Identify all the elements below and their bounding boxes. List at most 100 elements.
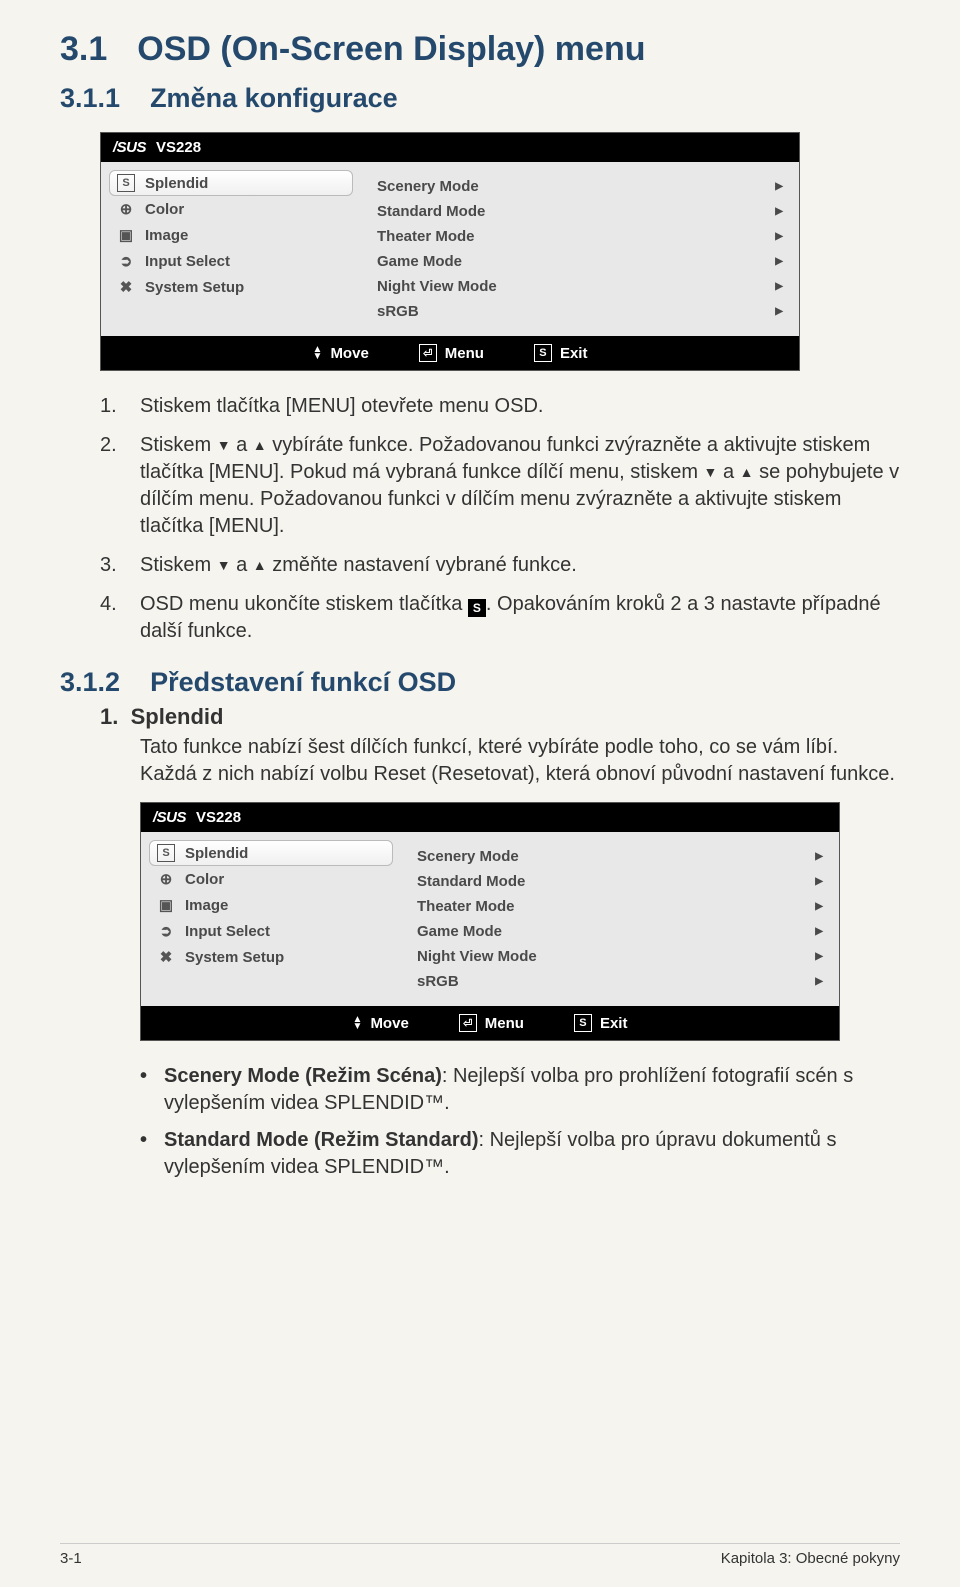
submenu-label: Theater Mode: [417, 898, 515, 915]
right-triangle-icon: ▶: [815, 876, 823, 887]
menu-item-label: Image: [185, 897, 228, 914]
heading-1: 3.1 OSD (On-Screen Display) menu: [60, 30, 900, 69]
subsection-splendid: 1. Splendid: [100, 704, 900, 730]
osd-foot-menu: ⏎ Menu: [459, 1014, 524, 1032]
down-triangle-icon: ▼: [217, 556, 231, 575]
menu-item-label: System Setup: [185, 949, 284, 966]
foot-exit-label: Exit: [560, 345, 588, 362]
osd-submenu-item: Game Mode▶: [413, 919, 827, 944]
osd-foot-menu: ⏎ Menu: [419, 344, 484, 362]
h3-number: 3.1.2: [60, 667, 120, 698]
menu-icon: ▣: [117, 226, 135, 244]
osd-submenu-item: Night View Mode▶: [373, 274, 787, 299]
osd-right-menu: Scenery Mode▶Standard Mode▶Theater Mode▶…: [401, 832, 839, 1006]
osd-menu-item: ➲ Input Select: [149, 918, 393, 944]
osd-body: SSplendid⊕Color▣Image➲Input Select✖Syste…: [101, 162, 799, 336]
osd-menu-item: ▣ Image: [149, 892, 393, 918]
submenu-label: sRGB: [417, 973, 459, 990]
osd-titlebar: /SUS VS228: [141, 803, 839, 832]
right-triangle-icon: ▶: [775, 256, 783, 267]
step-2: Stiskem ▼ a ▲ vybíráte funkce. Požadovan…: [100, 432, 900, 540]
osd-foot-move: ▲▼ Move: [313, 344, 369, 362]
osd-submenu-item: Standard Mode ▶: [413, 869, 827, 894]
menu-icon: ⊕: [157, 870, 175, 888]
osd-submenu-item: Theater Mode ▶: [373, 224, 787, 249]
foot-menu-label: Menu: [485, 1015, 524, 1032]
submenu-label: Standard Mode: [417, 873, 525, 890]
menu-icon: ⊕: [117, 200, 135, 218]
osd-left-menu: SSplendid ⊕ Color ▣ Image ➲ Input Select ✖ Syste…: [141, 832, 401, 1006]
up-triangle-icon: ▲: [253, 556, 267, 575]
osd-body: SSplendid ⊕ Color ▣ Image ➲ Input Select ✖ Syste…: [141, 832, 839, 1006]
menu-icon: ✖: [157, 948, 175, 966]
splendid-icon: S: [117, 174, 135, 192]
osd-menu-item: SSplendid: [149, 840, 393, 866]
foot-menu-label: Menu: [445, 345, 484, 362]
s-button-icon: S: [534, 344, 552, 362]
up-down-arrows-icon: ▲▼: [353, 1016, 363, 1030]
submenu-label: sRGB: [377, 303, 419, 320]
osd-submenu-item: Scenery Mode▶: [413, 844, 827, 869]
menu-button-icon: ⏎: [419, 344, 437, 362]
osd-menu-item: ▣Image: [109, 222, 353, 248]
menu-button-icon: ⏎: [459, 1014, 477, 1032]
right-triangle-icon: ▶: [815, 951, 823, 962]
bullet-scenery: Scenery Mode (Režim Scéna): Nejlepší vol…: [140, 1063, 900, 1117]
menu-icon: ✖: [117, 278, 135, 296]
menu-icon: ▣: [157, 896, 175, 914]
h1-text: OSD (On-Screen Display) menu: [137, 30, 645, 69]
splendid-icon: S: [157, 844, 175, 862]
submenu-label: Game Mode: [377, 253, 462, 270]
heading-3: 3.1.2 Představení funkcí OSD: [60, 667, 900, 698]
osd-model: VS228: [156, 139, 201, 156]
osd-menu-item: ⊕ Color: [109, 196, 353, 222]
up-down-arrows-icon: ▲▼: [313, 346, 323, 360]
menu-item-label: Input Select: [185, 923, 270, 940]
osd-menu-item: ⊕ Color: [149, 866, 393, 892]
right-triangle-icon: ▶: [815, 901, 823, 912]
submenu-label: Scenery Mode: [417, 848, 519, 865]
submenu-label: Theater Mode: [377, 228, 475, 245]
submenu-label: Night View Mode: [417, 948, 537, 965]
page-footer: 3-1 Kapitola 3: Obecné pokyny: [60, 1543, 900, 1567]
menu-item-label: Splendid: [145, 175, 208, 192]
osd-screenshot-2: /SUS VS228 SSplendid ⊕ Color ▣ Image ➲ Input S…: [140, 802, 840, 1041]
osd-menu-item: ✖ System Setup: [149, 944, 393, 970]
foot-move-label: Move: [330, 345, 368, 362]
osd-menu-item: ✖ System Setup: [109, 274, 353, 300]
down-triangle-icon: ▼: [217, 436, 231, 455]
osd-screenshot-1: /SUS VS228 SSplendid⊕Color▣Image➲Input S…: [100, 132, 800, 371]
splendid-description: Tato funkce nabízí šest dílčích funkcí, …: [140, 734, 900, 788]
h2-number: 3.1.1: [60, 83, 120, 114]
footer-chapter: Kapitola 3: Obecné pokyny: [721, 1550, 900, 1567]
h1-number: 3.1: [60, 30, 107, 69]
submenu-label: Standard Mode: [377, 203, 485, 220]
osd-foot-move: ▲▼ Move: [353, 1014, 409, 1032]
submenu-label: Scenery Mode: [377, 178, 479, 195]
asus-logo: /SUS: [153, 809, 186, 826]
mode-bullet-list: Scenery Mode (Režim Scéna): Nejlepší vol…: [140, 1063, 900, 1181]
menu-icon: ➲: [157, 922, 175, 940]
instruction-list: Stiskem tlačítka [MENU] otevřete menu OS…: [100, 393, 900, 645]
osd-submenu-item: Theater Mode ▶: [413, 894, 827, 919]
osd-foot-exit: S Exit: [534, 344, 588, 362]
osd-submenu-item: Standard Mode ▶: [373, 199, 787, 224]
osd-submenu-item: sRGB▶: [413, 969, 827, 994]
up-triangle-icon: ▲: [253, 436, 267, 455]
asus-logo: /SUS: [113, 139, 146, 156]
down-triangle-icon: ▼: [704, 463, 718, 482]
right-triangle-icon: ▶: [775, 231, 783, 242]
submenu-label: Game Mode: [417, 923, 502, 940]
footer-page: 3-1: [60, 1550, 82, 1567]
menu-icon: ➲: [117, 252, 135, 270]
osd-menu-item: S Splendid: [109, 170, 353, 196]
right-triangle-icon: ▶: [775, 206, 783, 217]
h2-text: Změna konfigurace: [150, 83, 398, 114]
menu-item-label: Color: [185, 871, 224, 888]
s-button-icon: S: [574, 1014, 592, 1032]
osd-titlebar: /SUS VS228: [101, 133, 799, 162]
menu-item-label: System Setup: [145, 279, 244, 296]
osd-footer: ▲▼ Move ⏎ Menu S Exit: [141, 1006, 839, 1040]
foot-exit-label: Exit: [600, 1015, 628, 1032]
menu-item-label: Color: [145, 201, 184, 218]
